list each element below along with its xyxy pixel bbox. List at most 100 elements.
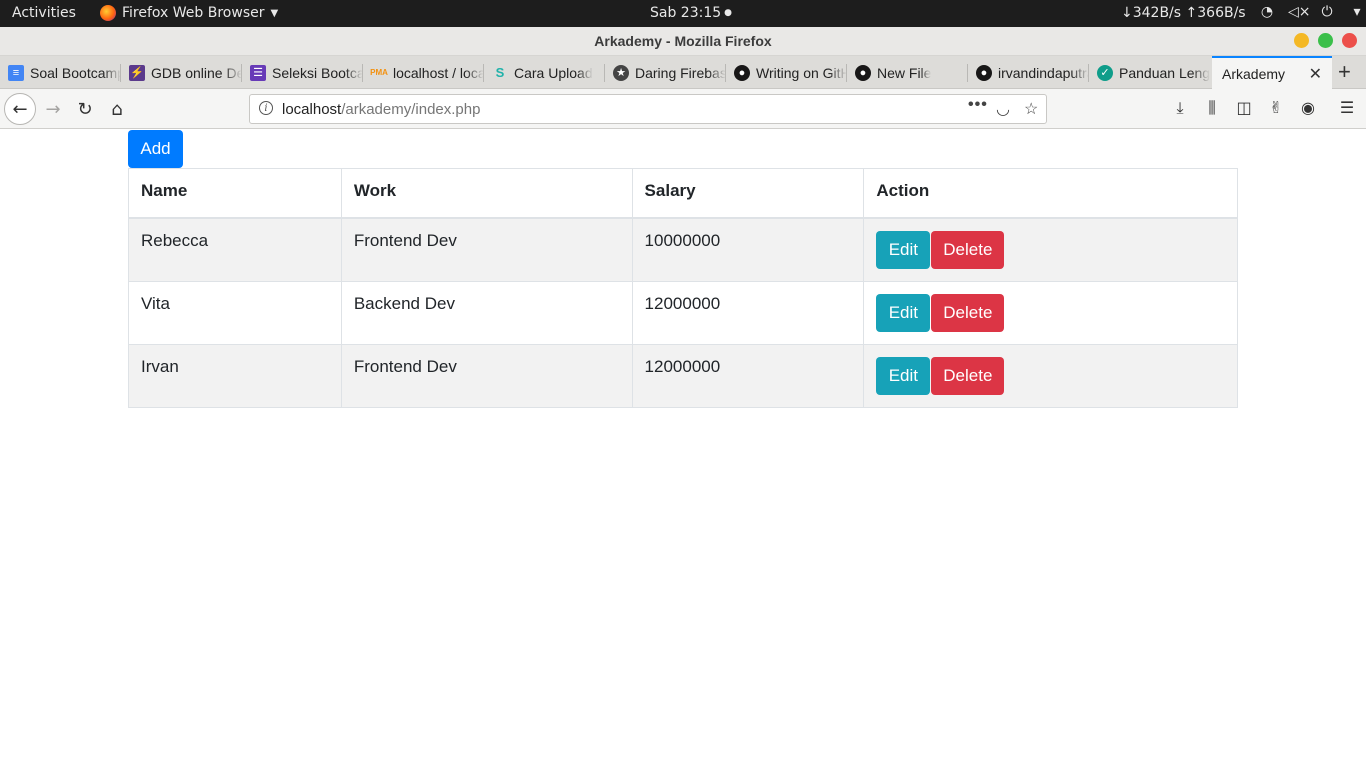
pocket-icon[interactable]: ◡ — [996, 99, 1010, 119]
cell-salary: 10000000 — [631, 217, 865, 282]
cell-name: Irvan — [128, 343, 342, 408]
edit-button[interactable]: Edit — [876, 356, 931, 395]
navigation-toolbar: ← → ↻ ⌂ i localhost/arkademy/index.php •… — [0, 89, 1366, 129]
power-icon: ⏻ — [1321, 4, 1333, 20]
tab-label: Cara Upload — [514, 64, 593, 81]
tab-panduan-lengkap[interactable]: ✓ Panduan Lengkap — [1089, 56, 1210, 89]
cell-name: Vita — [128, 280, 342, 345]
tab-localhost-phpmyadmin[interactable]: PMA localhost / localhost — [363, 56, 484, 89]
tab-irvandindaputra[interactable]: ● irvandindaputra — [968, 56, 1089, 89]
volume-icon: ◁× — [1288, 4, 1311, 20]
site-info-icon[interactable]: i — [259, 101, 273, 115]
tab-label: irvandindaputra — [998, 64, 1089, 81]
chevron-down-icon: ▾ — [1353, 4, 1361, 20]
downloads-icon[interactable]: ⤓ — [1169, 98, 1191, 118]
employee-table: Name Work Salary Action Rebecca Frontend… — [128, 168, 1238, 408]
address-bar[interactable]: i localhost/arkademy/index.php ••• ◡ ☆ — [249, 94, 1047, 124]
cell-work: Frontend Dev — [340, 217, 633, 282]
table-row: Irvan Frontend Dev 12000000 Edit Delete — [128, 343, 1238, 408]
home-button[interactable]: ⌂ — [101, 93, 133, 125]
forms-icon: ☰ — [250, 64, 266, 81]
sidebar-icon[interactable]: ◫ — [1233, 98, 1255, 117]
cell-actions: Edit Delete — [863, 217, 1238, 282]
add-button[interactable]: Add — [128, 130, 183, 168]
app-menu[interactable]: Firefox Web Browser ▼ — [100, 5, 278, 21]
tab-seleksi-bootcamp[interactable]: ☰ Seleksi Bootcamp — [242, 56, 363, 89]
new-tab-button[interactable]: + — [1338, 59, 1351, 85]
tab-label: New File — [877, 64, 932, 81]
close-tab-icon[interactable]: ✕ — [1309, 64, 1322, 84]
url-text[interactable]: localhost/arkademy/index.php — [282, 101, 480, 118]
column-header-name: Name — [128, 168, 342, 219]
chevron-down-icon: ▼ — [270, 7, 279, 19]
bookmark-star-icon[interactable]: ☆ — [1024, 99, 1038, 119]
column-header-work: Work — [340, 168, 633, 219]
maximize-button[interactable] — [1318, 33, 1333, 48]
page-content: Add Name Work Salary Action Rebecca Fron… — [0, 130, 1366, 768]
activities-button[interactable]: Activities — [12, 5, 76, 21]
cell-actions: Edit Delete — [863, 343, 1238, 408]
cell-salary: 12000000 — [631, 343, 865, 408]
delete-button[interactable]: Delete — [931, 356, 1005, 395]
table-row: Vita Backend Dev 12000000 Edit Delete — [128, 280, 1238, 345]
tab-daring-firebase[interactable]: ★ Daring Firebase — [605, 56, 726, 89]
tab-cara-upload[interactable]: S Cara Upload — [484, 56, 605, 89]
app-menu-label: Firefox Web Browser — [122, 5, 265, 21]
table-row: Rebecca Frontend Dev 10000000 Edit Delete — [128, 217, 1238, 282]
tab-soal-bootcamp[interactable]: ≡ Soal Bootcamp — [0, 56, 121, 89]
network-speed: ↓342B/s ↑366B/s — [1121, 5, 1246, 21]
tab-writing-on-github[interactable]: ● Writing on GitHub — [726, 56, 847, 89]
url-host: localhost — [282, 101, 342, 118]
tab-label: Daring Firebase — [635, 64, 726, 81]
phpmyadmin-icon: PMA — [370, 68, 388, 77]
edit-button[interactable]: Edit — [876, 293, 931, 332]
tab-label: Panduan Lengkap — [1119, 64, 1210, 81]
reload-button[interactable]: ↻ — [69, 93, 101, 125]
extension-icon[interactable]: ✌ — [1265, 98, 1287, 117]
column-header-action: Action — [863, 168, 1238, 219]
cell-salary: 12000000 — [631, 280, 865, 345]
system-tray[interactable]: ◔ ◁× ⏻ ▾ — [1258, 4, 1366, 20]
gdb-icon: ⚡ — [129, 64, 145, 81]
clock-label: Sab 23:15 — [650, 5, 722, 21]
delete-button[interactable]: Delete — [931, 230, 1005, 269]
tab-arkademy[interactable]: Arkademy ✕ — [1212, 56, 1332, 89]
close-window-button[interactable] — [1342, 33, 1357, 48]
account-icon[interactable]: ◉ — [1297, 98, 1319, 117]
tab-label: localhost / localhost — [393, 64, 484, 81]
tab-label: Arkademy — [1222, 65, 1286, 82]
window-title-bar: Arkademy - Mozilla Firefox — [0, 27, 1366, 56]
tab-new-file[interactable]: ● New File — [847, 56, 968, 89]
back-button[interactable]: ← — [4, 93, 36, 125]
column-header-salary: Salary — [631, 168, 865, 219]
system-top-bar: Activities Firefox Web Browser ▼ Sab 23:… — [0, 0, 1366, 27]
tab-label: Seleksi Bootcamp — [272, 64, 363, 81]
tab-label: GDB online Debugger — [151, 64, 242, 81]
cell-actions: Edit Delete — [863, 280, 1238, 345]
cell-work: Backend Dev — [340, 280, 633, 345]
cell-name: Rebecca — [128, 217, 342, 282]
table-header-row: Name Work Salary Action — [128, 168, 1238, 219]
delete-button[interactable]: Delete — [931, 293, 1005, 332]
url-path: /arkademy/index.php — [341, 101, 481, 118]
wifi-icon: ◔ — [1260, 4, 1274, 20]
tab-label: Soal Bootcamp — [30, 64, 121, 81]
tab-strip: ≡ Soal Bootcamp ⚡ GDB online Debugger ☰ Sel… — [0, 56, 1366, 89]
forward-button[interactable]: → — [37, 93, 69, 125]
clock[interactable]: Sab 23:15 ● — [650, 5, 732, 21]
firefox-icon — [100, 5, 116, 21]
minimize-button[interactable] — [1294, 33, 1309, 48]
tab-gdb-online[interactable]: ⚡ GDB online Debugger — [121, 56, 242, 89]
edit-button[interactable]: Edit — [876, 230, 931, 269]
menu-icon[interactable]: ☰ — [1336, 98, 1358, 117]
cell-work: Frontend Dev — [340, 343, 633, 408]
panduan-icon: ✓ — [1097, 64, 1113, 81]
library-icon[interactable]: ⫼ — [1201, 98, 1223, 118]
s-icon: S — [495, 65, 505, 80]
docs-icon: ≡ — [8, 64, 24, 81]
github-icon: ● — [976, 64, 992, 81]
tab-label: Writing on GitHub — [756, 64, 847, 81]
page-actions-icon[interactable]: ••• — [968, 96, 988, 114]
github-icon: ● — [734, 64, 750, 81]
notification-dot-icon: ● — [724, 8, 733, 18]
